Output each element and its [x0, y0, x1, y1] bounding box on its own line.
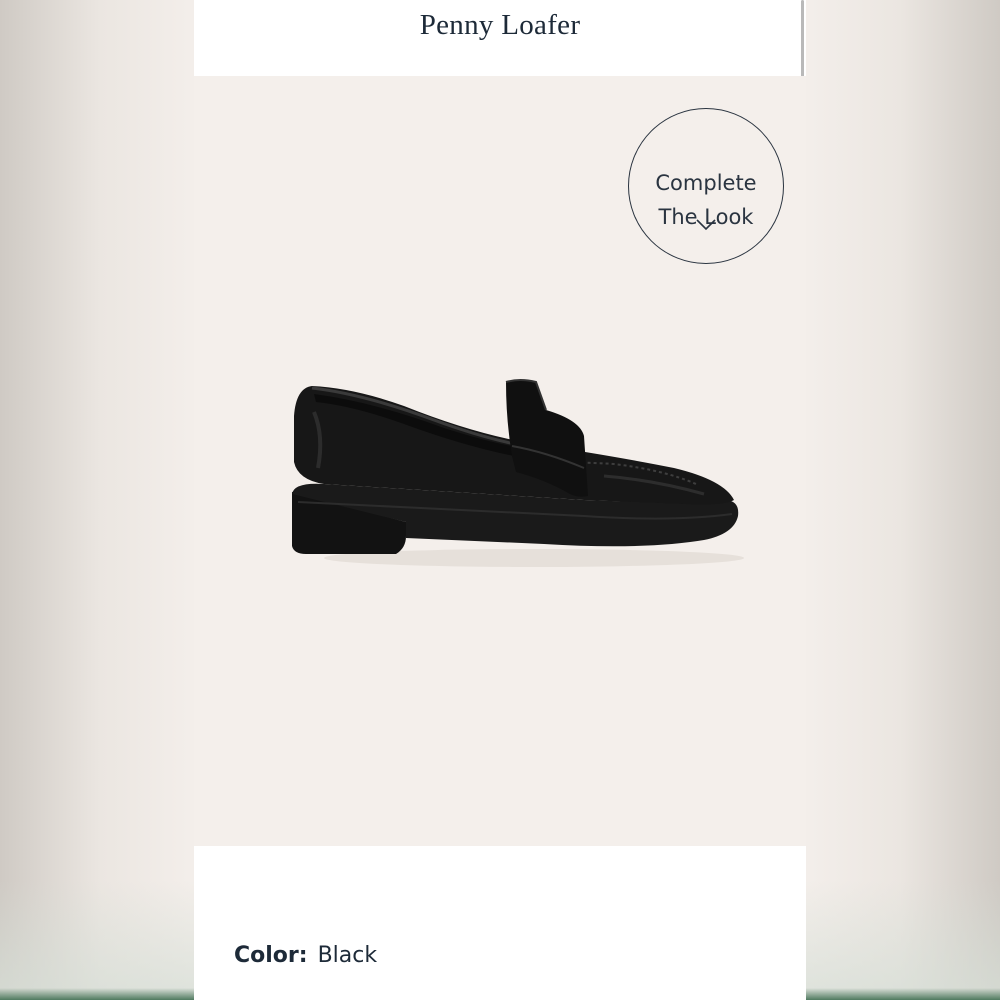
- product-page: Penny Loafer Complete The Look Color: Bl…: [194, 0, 806, 1000]
- loafer-image: [284, 376, 744, 581]
- chevron-down-icon: [696, 219, 716, 234]
- product-title: Penny Loafer: [419, 9, 581, 41]
- complete-the-look-button[interactable]: Complete The Look: [628, 108, 784, 264]
- color-label: Color:: [234, 943, 308, 968]
- color-value: Black: [317, 943, 378, 968]
- complete-the-look-line1: Complete: [655, 170, 757, 195]
- color-selection: Color: Black: [234, 943, 377, 968]
- product-image-area[interactable]: Complete The Look: [194, 76, 806, 846]
